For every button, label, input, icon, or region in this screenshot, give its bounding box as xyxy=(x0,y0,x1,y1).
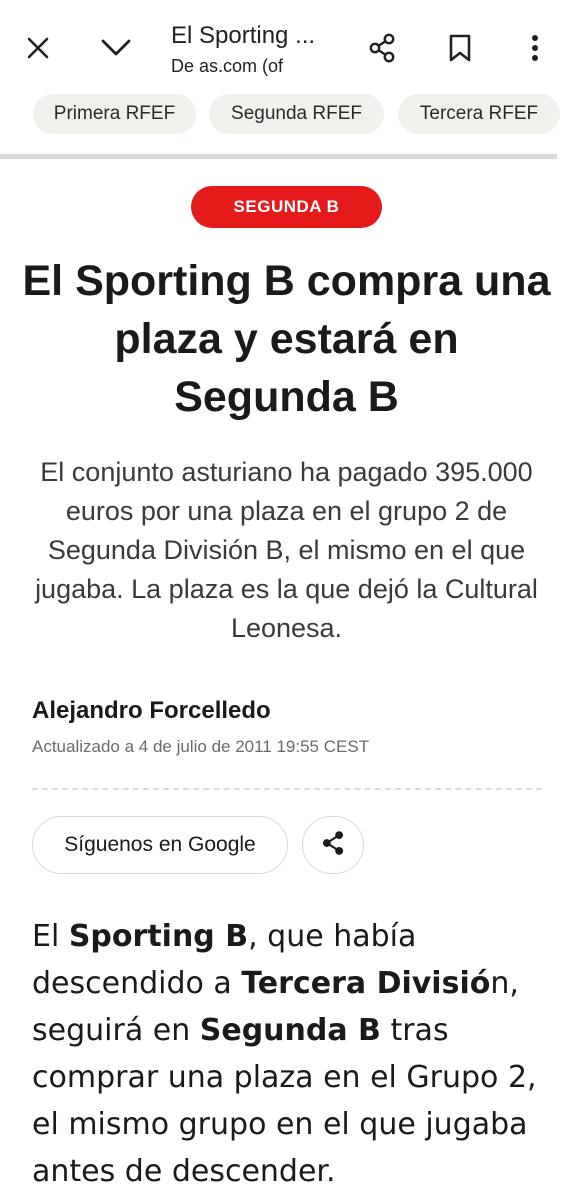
chevron-down-icon[interactable] xyxy=(96,30,136,66)
browser-toolbar: El Sporting ... De as.com (of xyxy=(0,0,573,96)
updated-date: Actualizado a 4 de julio de 2011 19:55 C… xyxy=(32,737,370,756)
follow-google-button[interactable]: Síguenos en Google xyxy=(32,816,288,874)
body-bold-segunda-b: Segunda B xyxy=(199,1013,381,1048)
more-vert-icon[interactable] xyxy=(520,30,550,66)
body-text-1: El xyxy=(32,919,69,954)
body-bold-tercera-division: Tercera Divisió xyxy=(241,966,491,1001)
share-icon xyxy=(319,829,347,862)
article-subheadline: El conjunto asturiano ha pagado 395.000 … xyxy=(35,457,538,643)
bookmark-icon[interactable] xyxy=(442,29,478,67)
author-name[interactable]: Alejandro Forcelledo xyxy=(32,697,271,725)
dashed-divider xyxy=(32,788,542,790)
page-title: El Sporting ... xyxy=(171,22,316,49)
body-bold-sporting-b: Sporting B xyxy=(68,919,249,954)
tab-primera-rfef[interactable]: Primera RFEF xyxy=(33,94,196,134)
category-tabs: Primera RFEF Segunda RFEF Tercera RFEF xyxy=(0,94,573,140)
share-icon[interactable] xyxy=(362,28,402,68)
tab-tercera-rfef[interactable]: Tercera RFEF xyxy=(398,94,560,134)
divider xyxy=(0,154,557,159)
tab-segunda-rfef[interactable]: Segunda RFEF xyxy=(209,94,384,134)
category-badge[interactable]: SEGUNDA B xyxy=(191,186,382,228)
article-headline: El Sporting B compra una plaza y estará … xyxy=(22,257,551,421)
close-icon[interactable] xyxy=(20,30,56,66)
article-body: El Sporting B, que había descendido a Te… xyxy=(32,913,547,1195)
page-source: De as.com (of xyxy=(171,56,284,76)
share-button[interactable] xyxy=(302,816,364,874)
